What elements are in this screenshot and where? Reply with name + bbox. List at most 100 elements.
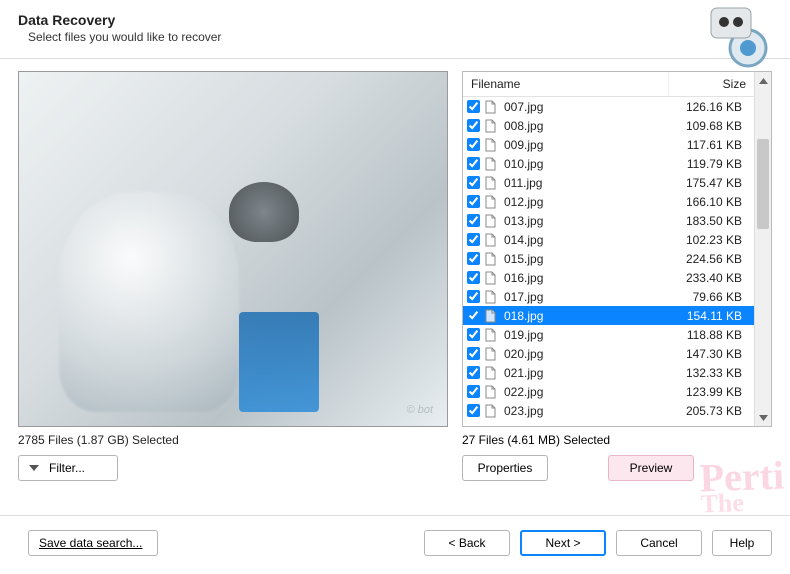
row-checkbox[interactable] (467, 385, 480, 398)
row-size: 205.73 KB (663, 404, 748, 418)
file-icon (484, 328, 500, 342)
row-size: 166.10 KB (663, 195, 748, 209)
header-robot-icon (696, 0, 786, 68)
row-filename: 020.jpg (504, 347, 663, 361)
preview-watermark: © bot (407, 404, 433, 416)
right-status-text: 27 Files (4.61 MB) Selected (462, 433, 772, 447)
list-header[interactable]: Filename Size (463, 72, 754, 97)
row-checkbox[interactable] (467, 157, 480, 170)
row-filename: 017.jpg (504, 290, 663, 304)
row-size: 175.47 KB (663, 176, 748, 190)
row-size: 126.16 KB (663, 100, 748, 114)
file-icon (484, 366, 500, 380)
row-filename: 014.jpg (504, 233, 663, 247)
column-size[interactable]: Size (669, 72, 754, 96)
help-button[interactable]: Help (712, 530, 772, 556)
table-row[interactable]: 013.jpg183.50 KB (463, 211, 754, 230)
table-row[interactable]: 011.jpg175.47 KB (463, 173, 754, 192)
row-checkbox[interactable] (467, 366, 480, 379)
file-icon (484, 233, 500, 247)
row-size: 132.33 KB (663, 366, 748, 380)
file-icon (484, 347, 500, 361)
file-icon (484, 214, 500, 228)
scroll-thumb[interactable] (757, 139, 769, 229)
table-row[interactable]: 018.jpg154.11 KB (463, 306, 754, 325)
table-row[interactable]: 015.jpg224.56 KB (463, 249, 754, 268)
back-button[interactable]: < Back (424, 530, 510, 556)
row-checkbox[interactable] (467, 347, 480, 360)
row-checkbox[interactable] (467, 138, 480, 151)
row-filename: 018.jpg (504, 309, 663, 323)
row-checkbox[interactable] (467, 271, 480, 284)
file-icon (484, 157, 500, 171)
scroll-up-icon[interactable] (755, 72, 771, 89)
row-filename: 021.jpg (504, 366, 663, 380)
file-icon (484, 271, 500, 285)
table-row[interactable]: 007.jpg126.16 KB (463, 97, 754, 116)
scroll-down-icon[interactable] (755, 409, 771, 426)
row-checkbox[interactable] (467, 252, 480, 265)
table-row[interactable]: 022.jpg123.99 KB (463, 382, 754, 401)
page-subtitle: Select files you would like to recover (28, 30, 772, 44)
row-filename: 009.jpg (504, 138, 663, 152)
table-row[interactable]: 019.jpg118.88 KB (463, 325, 754, 344)
preview-button[interactable]: Preview (608, 455, 694, 481)
row-checkbox[interactable] (467, 328, 480, 341)
row-filename: 016.jpg (504, 271, 663, 285)
row-size: 154.11 KB (663, 309, 748, 323)
row-size: 119.79 KB (663, 157, 748, 171)
table-row[interactable]: 023.jpg205.73 KB (463, 401, 754, 420)
row-checkbox[interactable] (467, 176, 480, 189)
row-checkbox[interactable] (467, 290, 480, 303)
column-filename[interactable]: Filename (463, 72, 669, 96)
filter-label: Filter... (49, 461, 85, 475)
row-filename: 007.jpg (504, 100, 663, 114)
table-row[interactable]: 016.jpg233.40 KB (463, 268, 754, 287)
file-icon (484, 119, 500, 133)
page-title: Data Recovery (18, 12, 772, 28)
file-icon (484, 138, 500, 152)
file-icon (484, 176, 500, 190)
row-filename: 012.jpg (504, 195, 663, 209)
file-icon (484, 404, 500, 418)
properties-button[interactable]: Properties (462, 455, 548, 481)
scroll-track[interactable] (755, 89, 771, 409)
chevron-down-icon (29, 465, 39, 471)
row-checkbox[interactable] (467, 214, 480, 227)
row-checkbox[interactable] (467, 404, 480, 417)
row-size: 123.99 KB (663, 385, 748, 399)
row-size: 117.61 KB (663, 138, 748, 152)
table-row[interactable]: 009.jpg117.61 KB (463, 135, 754, 154)
table-row[interactable]: 017.jpg79.66 KB (463, 287, 754, 306)
row-checkbox[interactable] (467, 119, 480, 132)
row-filename: 015.jpg (504, 252, 663, 266)
scrollbar[interactable] (754, 72, 771, 426)
row-filename: 008.jpg (504, 119, 663, 133)
row-filename: 022.jpg (504, 385, 663, 399)
row-checkbox[interactable] (467, 233, 480, 246)
row-size: 224.56 KB (663, 252, 748, 266)
cancel-button[interactable]: Cancel (616, 530, 702, 556)
file-icon (484, 309, 500, 323)
table-row[interactable]: 014.jpg102.23 KB (463, 230, 754, 249)
table-row[interactable]: 008.jpg109.68 KB (463, 116, 754, 135)
table-row[interactable]: 012.jpg166.10 KB (463, 192, 754, 211)
row-size: 118.88 KB (663, 328, 748, 342)
file-icon (484, 290, 500, 304)
table-row[interactable]: 021.jpg132.33 KB (463, 363, 754, 382)
row-checkbox[interactable] (467, 309, 480, 322)
header: Data Recovery Select files you would lik… (0, 0, 790, 52)
row-checkbox[interactable] (467, 100, 480, 113)
file-icon (484, 195, 500, 209)
file-icon (484, 100, 500, 114)
row-filename: 013.jpg (504, 214, 663, 228)
filter-button[interactable]: Filter... (18, 455, 118, 481)
next-button[interactable]: Next > (520, 530, 606, 556)
row-size: 109.68 KB (663, 119, 748, 133)
save-search-button[interactable]: Save data search... (28, 530, 158, 556)
image-preview: © bot (18, 71, 448, 427)
table-row[interactable]: 020.jpg147.30 KB (463, 344, 754, 363)
table-row[interactable]: 010.jpg119.79 KB (463, 154, 754, 173)
row-filename: 011.jpg (504, 176, 663, 190)
row-checkbox[interactable] (467, 195, 480, 208)
